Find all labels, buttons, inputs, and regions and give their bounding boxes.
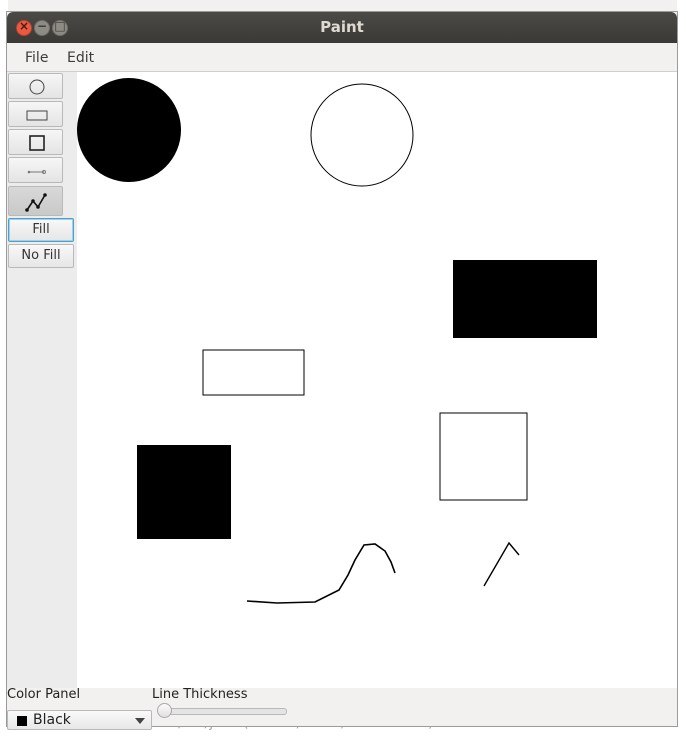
filled-circle-shape [77, 78, 181, 182]
outlined-circle-shape [310, 83, 414, 187]
outlined-rectangle-shape [202, 349, 305, 396]
tool-palette: Fill No Fill [7, 72, 77, 688]
paint-window: × − □ Paint File Edit Fill No Fill Color… [7, 12, 677, 730]
color-select[interactable]: Black [7, 710, 152, 730]
filled-square-shape [137, 445, 231, 539]
line-thickness-slider-thumb[interactable] [157, 703, 172, 718]
color-panel-label: Color Panel [7, 687, 81, 702]
drawing-canvas[interactable] [77, 72, 677, 688]
menu-bar: File Edit [7, 43, 677, 72]
outlined-square-shape [439, 412, 528, 501]
zigzag-icon [25, 193, 47, 212]
oval-tool-button[interactable] [8, 73, 63, 99]
rectangle-icon [26, 110, 48, 121]
menu-edit[interactable]: Edit [67, 50, 94, 66]
square-icon [29, 135, 45, 151]
background-right-strip [677, 0, 686, 740]
title-bar[interactable]: × − □ Paint [7, 12, 677, 43]
menu-file[interactable]: File [25, 50, 48, 66]
fill-button[interactable]: Fill [8, 218, 74, 242]
chevron-down-icon [135, 718, 145, 724]
circle-icon [29, 79, 45, 95]
freehand-stroke-one [246, 543, 396, 604]
freehand-stroke-two [483, 541, 520, 587]
line-thickness-slider-track[interactable] [159, 708, 287, 715]
line-thickness-label: Line Thickness [152, 687, 248, 702]
square-tool-button[interactable] [8, 129, 63, 155]
rectangle-tool-button[interactable] [8, 101, 63, 127]
no-fill-button[interactable]: No Fill [8, 244, 74, 268]
color-swatch [17, 716, 27, 726]
line-tool-button[interactable] [8, 157, 63, 183]
line-icon [27, 170, 46, 174]
bottom-panel: Color Panel Black Line Thickness [7, 687, 677, 730]
window-title: Paint [320, 18, 364, 36]
canvas-drawing [77, 78, 597, 604]
filled-rectangle-shape [453, 260, 597, 338]
color-select-value: Black [33, 712, 71, 728]
freehand-tool-button[interactable] [8, 186, 63, 216]
